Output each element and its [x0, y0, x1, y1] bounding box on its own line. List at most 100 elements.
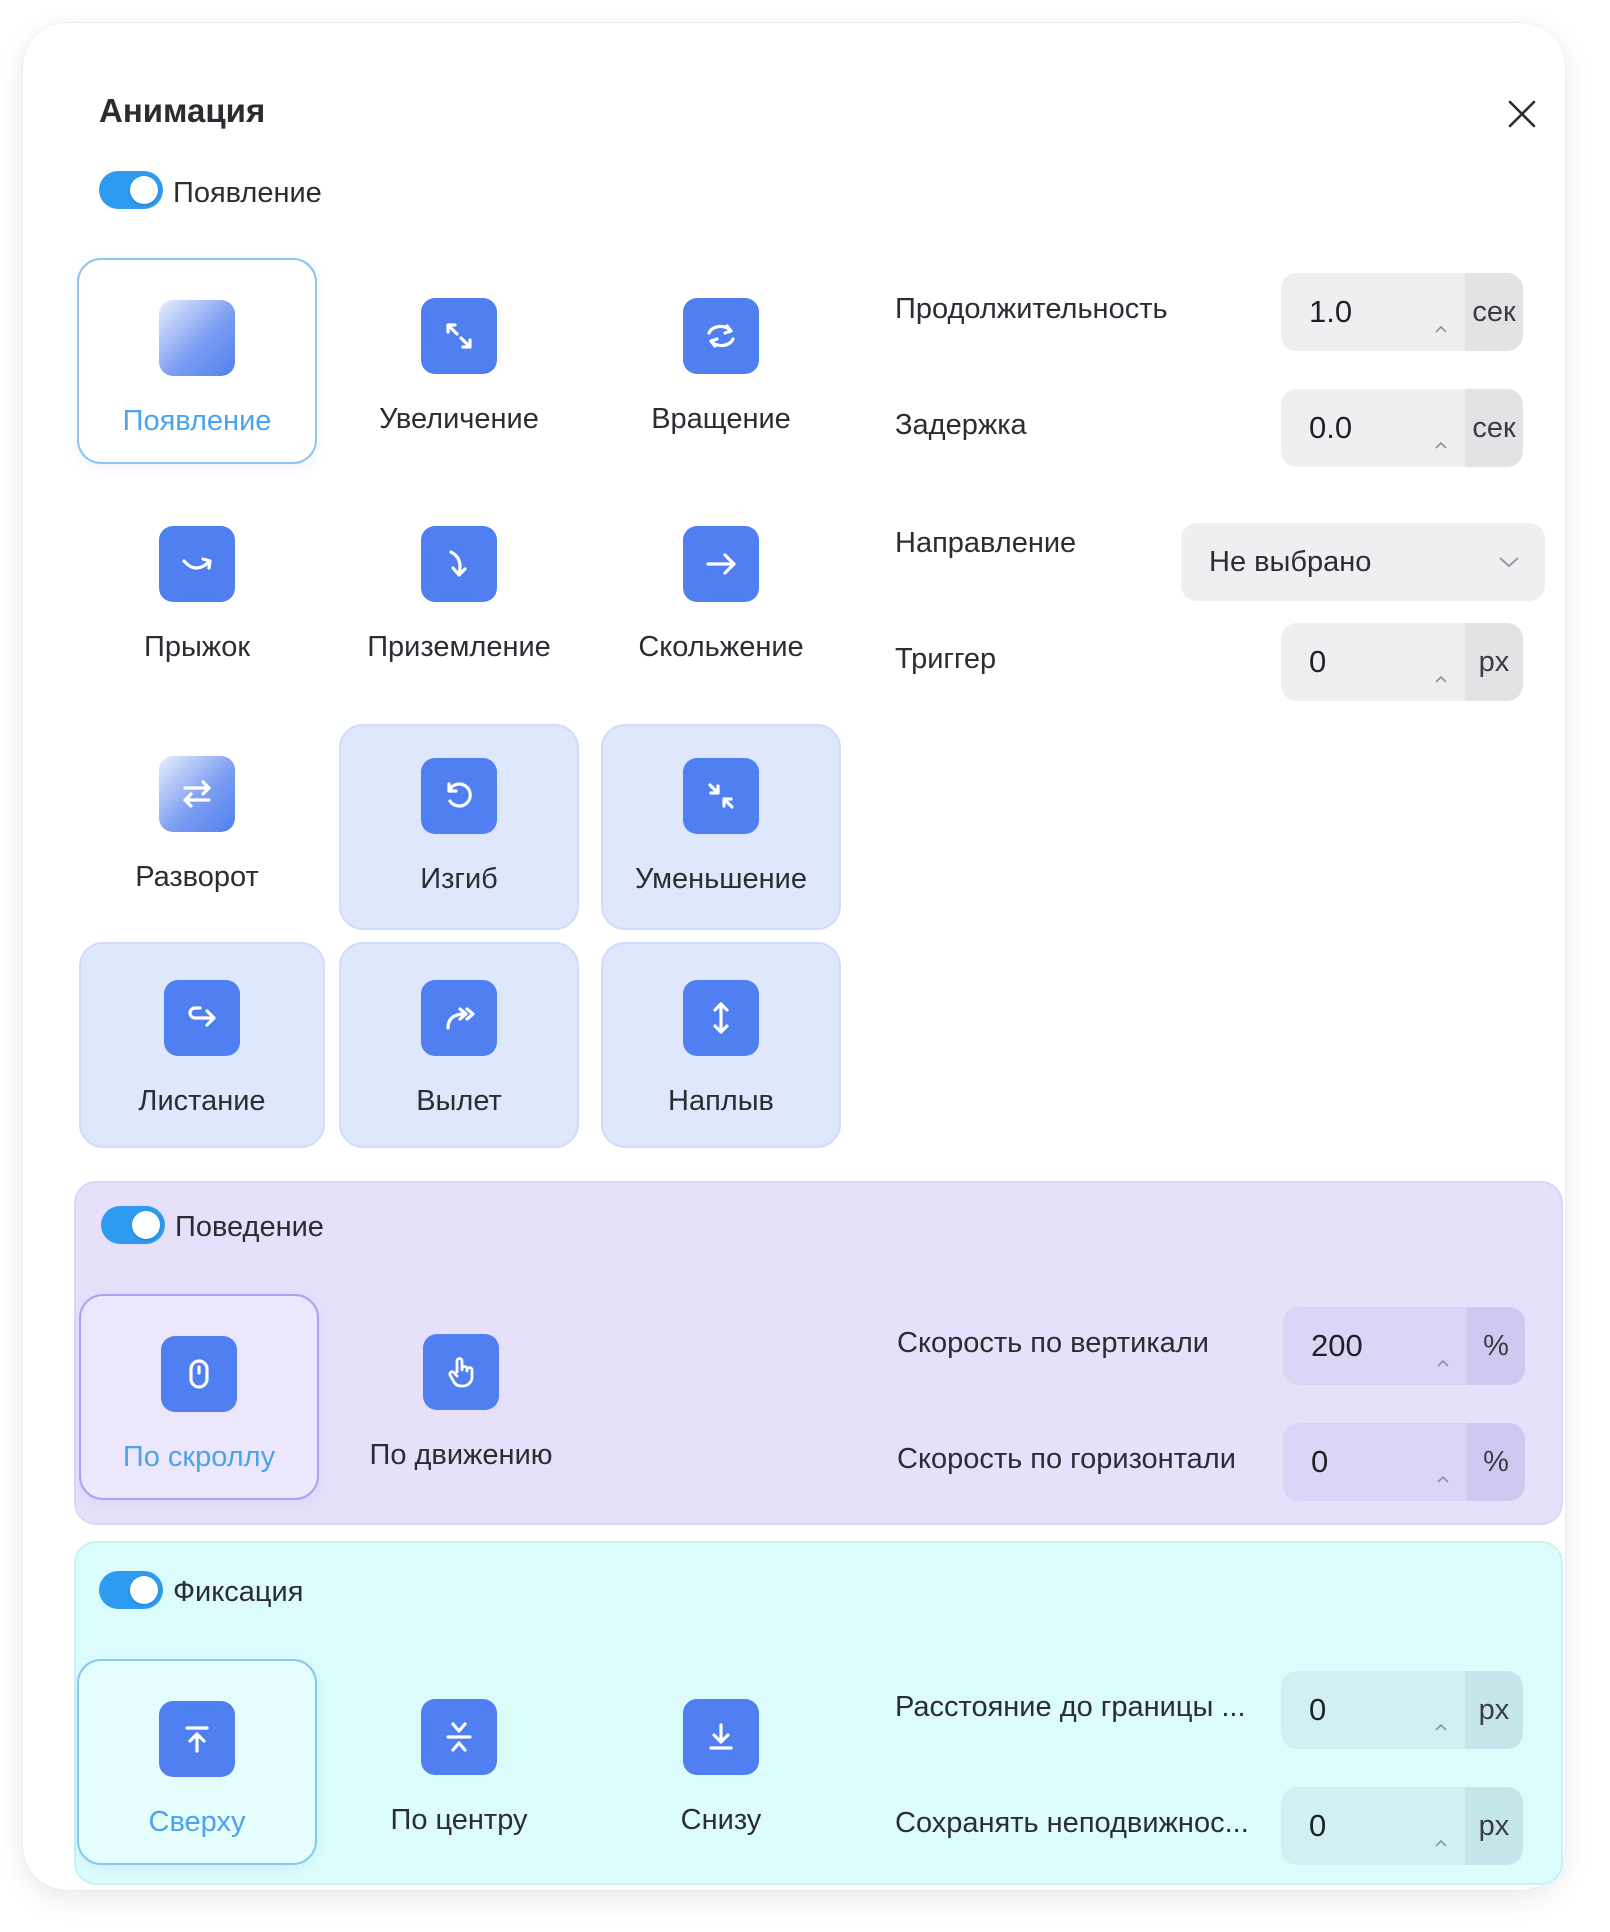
delay-stepper[interactable]	[1431, 403, 1451, 453]
border-distance-input[interactable]: 0 px	[1281, 1671, 1523, 1749]
mouse-icon	[161, 1336, 237, 1412]
close-button[interactable]	[1497, 89, 1547, 139]
jump-icon	[159, 526, 235, 602]
tile-by-motion[interactable]: По движению	[341, 1294, 581, 1500]
chevron-down-icon[interactable]	[1433, 1473, 1453, 1487]
direction-label: Направление	[895, 527, 1077, 559]
horizontal-speed-label: Скорость по горизонтали	[897, 1443, 1236, 1475]
fly-out-icon	[421, 980, 497, 1056]
tile-rotate[interactable]: Вращение	[601, 258, 841, 464]
tile-label: Вылет	[416, 1085, 502, 1117]
animation-dialog: Анимация Появление Появление Увеличение …	[23, 23, 1565, 1890]
tile-label: Уменьшение	[634, 863, 808, 895]
tile-label: Изгиб	[420, 863, 498, 895]
float-icon	[683, 980, 759, 1056]
tile-label: Вращение	[651, 403, 791, 435]
tile-float[interactable]: Наплыв	[601, 942, 841, 1148]
chevron-down-icon[interactable]	[1431, 439, 1451, 453]
tile-label: Увеличение	[379, 403, 539, 435]
tile-shrink[interactable]: Уменьшение	[601, 724, 841, 930]
tile-top[interactable]: Сверху	[77, 1659, 317, 1865]
direction-value: Не выбрано	[1209, 546, 1372, 578]
rotate-icon	[683, 298, 759, 374]
page-turn-icon	[164, 980, 240, 1056]
chevron-up-icon[interactable]	[1433, 1437, 1453, 1483]
tile-fly-out[interactable]: Вылет	[339, 942, 579, 1148]
tile-label: Разворот	[135, 861, 259, 893]
trigger-value: 0	[1309, 644, 1327, 679]
horizontal-speed-value: 0	[1311, 1444, 1329, 1479]
tile-page-turn[interactable]: Листание	[79, 942, 325, 1148]
horizontal-speed-stepper[interactable]	[1433, 1437, 1453, 1487]
appear-toggle[interactable]	[99, 171, 163, 209]
tile-zoom[interactable]: Увеличение	[339, 258, 579, 464]
chevron-down-icon[interactable]	[1431, 323, 1451, 337]
tile-label: Наплыв	[668, 1085, 774, 1117]
align-top-icon	[159, 1701, 235, 1777]
flip-icon	[159, 756, 235, 832]
delay-label: Задержка	[895, 409, 1027, 441]
trigger-input[interactable]: 0 px	[1281, 623, 1523, 701]
tile-flip[interactable]: Разворот	[77, 716, 317, 922]
behavior-toggle-label: Поведение	[175, 1211, 324, 1243]
chevron-up-icon[interactable]	[1431, 403, 1451, 449]
close-icon	[1508, 100, 1536, 128]
border-distance-value: 0	[1309, 1692, 1327, 1727]
chevron-down-icon	[1499, 557, 1519, 568]
dialog-title: Анимация	[99, 92, 266, 129]
keep-fixed-unit: px	[1465, 1787, 1523, 1865]
vertical-speed-stepper[interactable]	[1433, 1321, 1453, 1371]
chevron-down-icon[interactable]	[1431, 673, 1451, 687]
chevron-up-icon[interactable]	[1431, 637, 1451, 683]
tile-label: Скольжение	[638, 631, 804, 663]
expand-icon	[421, 298, 497, 374]
chevron-up-icon[interactable]	[1431, 1801, 1451, 1847]
duration-input[interactable]: 1.0 сек	[1281, 273, 1523, 351]
chevron-down-icon[interactable]	[1431, 1721, 1451, 1735]
vertical-speed-value: 200	[1311, 1328, 1363, 1363]
horizontal-speed-unit: %	[1467, 1423, 1525, 1501]
pointer-hand-icon	[423, 1334, 499, 1410]
trigger-stepper[interactable]	[1431, 637, 1451, 687]
chevron-down-icon[interactable]	[1431, 1837, 1451, 1851]
tile-label: Появление	[122, 405, 272, 437]
tile-label: Сверху	[148, 1806, 246, 1838]
tile-center[interactable]: По центру	[339, 1659, 579, 1865]
tile-label: По движению	[369, 1439, 553, 1471]
tile-label: Приземление	[367, 631, 551, 663]
vertical-speed-unit: %	[1467, 1307, 1525, 1385]
duration-label: Продолжительность	[895, 293, 1168, 325]
tile-bend[interactable]: Изгиб	[339, 724, 579, 930]
fixation-toggle[interactable]	[99, 1571, 163, 1609]
fixation-toggle-label: Фиксация	[173, 1576, 304, 1608]
tile-landing[interactable]: Приземление	[339, 486, 579, 692]
tile-bottom[interactable]: Снизу	[601, 1659, 841, 1865]
bend-icon	[421, 758, 497, 834]
keep-fixed-stepper[interactable]	[1431, 1801, 1451, 1851]
behavior-toggle[interactable]	[101, 1206, 165, 1244]
tile-by-scroll[interactable]: По скроллу	[79, 1294, 319, 1500]
keep-fixed-input[interactable]: 0 px	[1281, 1787, 1523, 1865]
appear-toggle-label: Появление	[173, 177, 322, 209]
align-center-icon	[421, 1699, 497, 1775]
chevron-up-icon[interactable]	[1431, 1685, 1451, 1731]
horizontal-speed-input[interactable]: 0 %	[1283, 1423, 1525, 1501]
direction-select[interactable]: Не выбрано	[1181, 523, 1545, 601]
vertical-speed-input[interactable]: 200 %	[1283, 1307, 1525, 1385]
tile-label: Снизу	[680, 1804, 762, 1836]
vertical-speed-label: Скорость по вертикали	[897, 1327, 1209, 1359]
tile-jump[interactable]: Прыжок	[77, 486, 317, 692]
delay-unit: сек	[1465, 389, 1523, 467]
chevron-up-icon[interactable]	[1431, 287, 1451, 333]
chevron-up-icon[interactable]	[1433, 1321, 1453, 1367]
duration-stepper[interactable]	[1431, 287, 1451, 337]
tile-slide[interactable]: Скольжение	[601, 486, 841, 692]
border-distance-stepper[interactable]	[1431, 1685, 1451, 1735]
tile-label: По центру	[390, 1804, 528, 1836]
tile-appear[interactable]: Появление	[77, 258, 317, 464]
landing-icon	[421, 526, 497, 602]
trigger-unit: px	[1465, 623, 1523, 701]
delay-input[interactable]: 0.0 сек	[1281, 389, 1523, 467]
align-bottom-icon	[683, 1699, 759, 1775]
chevron-down-icon[interactable]	[1433, 1357, 1453, 1371]
